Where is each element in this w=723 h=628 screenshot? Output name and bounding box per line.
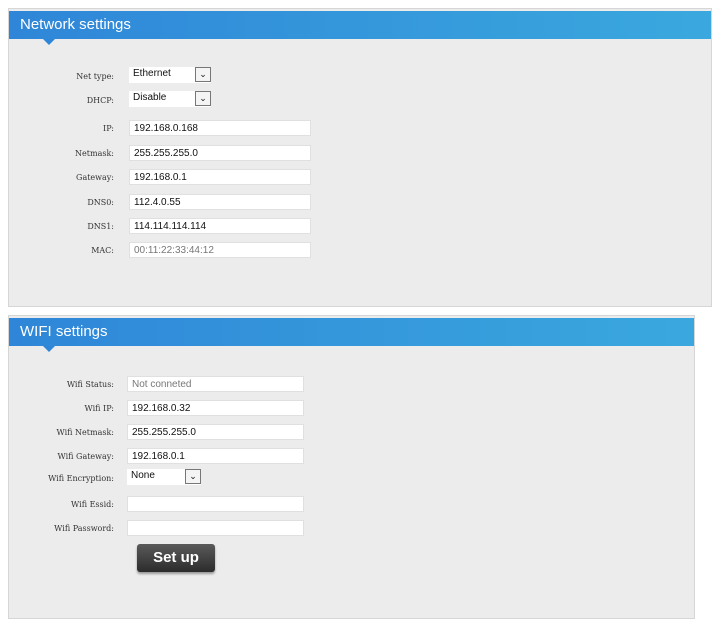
wifi-ip-input[interactable]: 192.168.0.32 xyxy=(127,400,304,416)
wifi-ip-label: Wifi IP: xyxy=(84,404,114,413)
gateway-label: Gateway: xyxy=(76,173,114,182)
mac-input[interactable]: 00:11:22:33:44:12 xyxy=(129,242,311,258)
selected-value: Ethernet xyxy=(133,68,171,79)
net-type-select[interactable]: Ethernet ⌄ xyxy=(129,67,211,83)
wifi-essid-label: Wifi Essid: xyxy=(71,500,114,509)
chevron-down-icon[interactable]: ⌄ xyxy=(185,469,201,484)
ip-input[interactable]: 192.168.0.168 xyxy=(129,120,311,136)
chevron-down-icon[interactable]: ⌄ xyxy=(195,67,211,82)
form-row: DNS0: 112.4.0.55 xyxy=(9,194,311,211)
form-row: Wifi Encryption: None ⌄ xyxy=(9,469,201,487)
form-row: DHCP: Disable ⌄ xyxy=(9,91,211,109)
form-row: Wifi Essid: xyxy=(9,496,304,513)
mac-label: MAC: xyxy=(91,246,114,255)
wifi-essid-input[interactable] xyxy=(127,496,304,512)
network-settings-header: Network settings xyxy=(9,11,711,45)
selected-value: None xyxy=(131,470,155,481)
form-row: Wifi Gateway: 192.168.0.1 xyxy=(9,448,304,465)
form-row: Wifi Status: Not conneted xyxy=(9,376,304,393)
net-type-label: Net type: xyxy=(76,72,114,81)
dns0-label: DNS0: xyxy=(87,198,114,207)
form-row: DNS1: 114.114.114.114 xyxy=(9,218,311,235)
wifi-password-label: Wifi Password: xyxy=(54,524,114,533)
dns0-input[interactable]: 112.4.0.55 xyxy=(129,194,311,210)
wifi-password-input[interactable] xyxy=(127,520,304,536)
dns1-label: DNS1: xyxy=(87,222,114,231)
form-row: Wifi Password: xyxy=(9,520,304,537)
form-row: Netmask: 255.255.255.0 xyxy=(9,145,311,162)
wifi-status-input[interactable]: Not conneted xyxy=(127,376,304,392)
wifi-encryption-select[interactable]: None ⌄ xyxy=(127,469,201,485)
wifi-gateway-label: Wifi Gateway: xyxy=(57,452,114,461)
dns1-input[interactable]: 114.114.114.114 xyxy=(129,218,311,234)
set-up-button[interactable]: Set up xyxy=(137,544,215,572)
network-settings-panel: Network settings Net type: Ethernet ⌄ DHCP:… xyxy=(8,8,712,307)
wifi-settings-header: WIFI settings xyxy=(9,318,694,352)
form-row: MAC: 00:11:22:33:44:12 xyxy=(9,242,311,259)
gateway-input[interactable]: 192.168.0.1 xyxy=(129,169,311,185)
wifi-encryption-label: Wifi Encryption: xyxy=(48,474,114,483)
wifi-gateway-input[interactable]: 192.168.0.1 xyxy=(127,448,304,464)
wifi-netmask-label: Wifi Netmask: xyxy=(56,428,114,437)
wifi-netmask-input[interactable]: 255.255.255.0 xyxy=(127,424,304,440)
selected-value: Disable xyxy=(133,92,167,103)
chevron-down-icon[interactable]: ⌄ xyxy=(195,91,211,106)
form-row: Wifi IP: 192.168.0.32 xyxy=(9,400,304,417)
form-row: IP: 192.168.0.168 xyxy=(9,120,311,137)
wifi-status-label: Wifi Status: xyxy=(66,380,114,389)
form-row: Wifi Netmask: 255.255.255.0 xyxy=(9,424,304,441)
dhcp-select[interactable]: Disable ⌄ xyxy=(129,91,211,107)
netmask-label: Netmask: xyxy=(75,149,114,158)
dhcp-label: DHCP: xyxy=(86,96,114,105)
form-row: Net type: Ethernet ⌄ xyxy=(9,67,211,85)
form-row: Gateway: 192.168.0.1 xyxy=(9,169,311,186)
netmask-input[interactable]: 255.255.255.0 xyxy=(129,145,311,161)
ip-label: IP: xyxy=(103,124,114,133)
wifi-settings-panel: WIFI settings Wifi Status: Not conneted Wi… xyxy=(8,315,695,619)
